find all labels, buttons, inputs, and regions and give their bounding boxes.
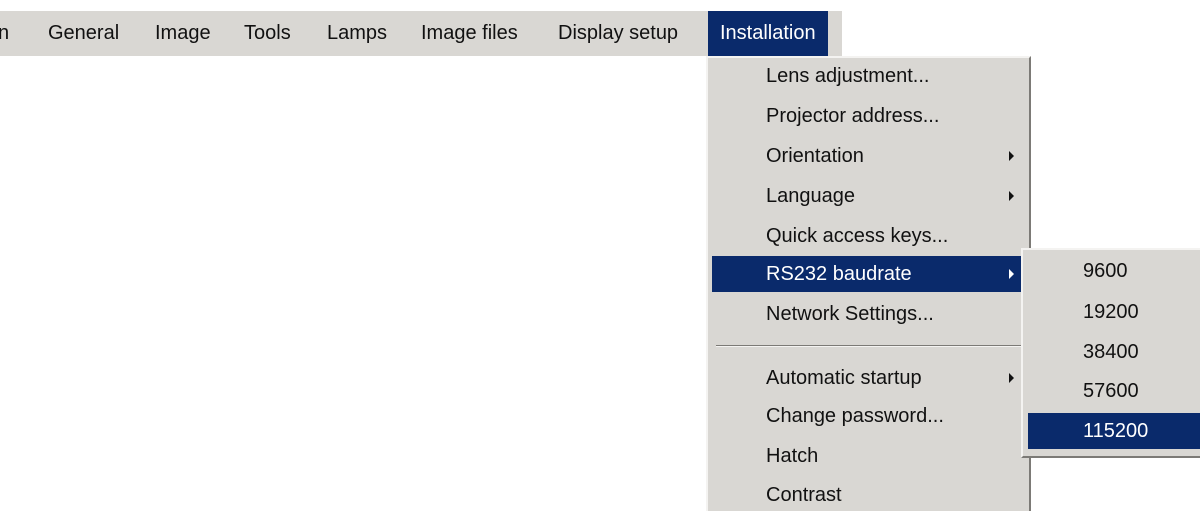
menu-item-display-setup[interactable]: Display setup: [558, 11, 678, 56]
installation-menu: Lens adjustment... Projector address... …: [706, 56, 1031, 511]
menu-option-projector-address[interactable]: Projector address...: [712, 98, 1024, 134]
submenu-arrow-icon: [1009, 151, 1014, 161]
menu-option-change-password[interactable]: Change password...: [712, 398, 1024, 434]
menu-bar: n General Image Tools Lamps Image files …: [0, 11, 842, 56]
menu-option-label: Quick access keys...: [766, 225, 949, 247]
menu-option-label: Orientation: [766, 145, 864, 167]
menu-option-label: Lens adjustment...: [766, 65, 930, 87]
baudrate-submenu: 9600 19200 38400 57600 115200: [1021, 248, 1200, 458]
menu-option-label: Hatch: [766, 445, 819, 467]
menu-option-label: Automatic startup: [766, 367, 922, 389]
menu-option-rs232-baudrate[interactable]: RS232 baudrate: [712, 256, 1024, 292]
menu-option-label: Projector address...: [766, 105, 940, 127]
baudrate-option-label: 57600: [1083, 380, 1139, 402]
menu-option-label: RS232 baudrate: [766, 263, 912, 285]
menu-item-image-files[interactable]: Image files: [421, 11, 518, 56]
menu-option-network-settings[interactable]: Network Settings...: [712, 296, 1024, 332]
menu-option-automatic-startup[interactable]: Automatic startup: [712, 360, 1024, 396]
menu-option-lens-adjustment[interactable]: Lens adjustment...: [712, 58, 1024, 94]
menu-option-label: Language: [766, 185, 855, 207]
menu-item-tools[interactable]: Tools: [244, 11, 291, 56]
baudrate-option-label: 38400: [1083, 341, 1139, 363]
baudrate-option-label: 9600: [1083, 260, 1128, 282]
submenu-arrow-icon: [1009, 269, 1014, 279]
menu-item-general[interactable]: General: [48, 11, 119, 56]
menu-option-label: Contrast: [766, 484, 842, 506]
baudrate-option-57600[interactable]: 57600: [1028, 373, 1200, 409]
menu-item-partial[interactable]: n: [0, 11, 9, 56]
menu-item-lamps[interactable]: Lamps: [327, 11, 387, 56]
menu-option-orientation[interactable]: Orientation: [712, 138, 1024, 174]
submenu-arrow-icon: [1009, 191, 1014, 201]
menu-separator: [716, 345, 1022, 347]
menu-option-language[interactable]: Language: [712, 178, 1024, 214]
submenu-arrow-icon: [1009, 373, 1014, 383]
menu-item-image[interactable]: Image: [155, 11, 211, 56]
menu-option-label: Network Settings...: [766, 303, 934, 325]
menu-option-hatch[interactable]: Hatch: [712, 438, 1024, 474]
baudrate-option-38400[interactable]: 38400: [1028, 334, 1200, 370]
menu-item-installation[interactable]: Installation: [708, 11, 828, 56]
baudrate-option-label: 19200: [1083, 301, 1139, 323]
menu-option-label: Change password...: [766, 405, 944, 427]
baudrate-option-9600[interactable]: 9600: [1028, 253, 1200, 289]
baudrate-option-19200[interactable]: 19200: [1028, 294, 1200, 330]
menu-option-contrast[interactable]: Contrast: [712, 477, 1024, 513]
menu-option-quick-access-keys[interactable]: Quick access keys...: [712, 218, 1024, 254]
baudrate-option-115200[interactable]: 115200: [1028, 413, 1200, 449]
baudrate-option-label: 115200: [1083, 420, 1149, 442]
